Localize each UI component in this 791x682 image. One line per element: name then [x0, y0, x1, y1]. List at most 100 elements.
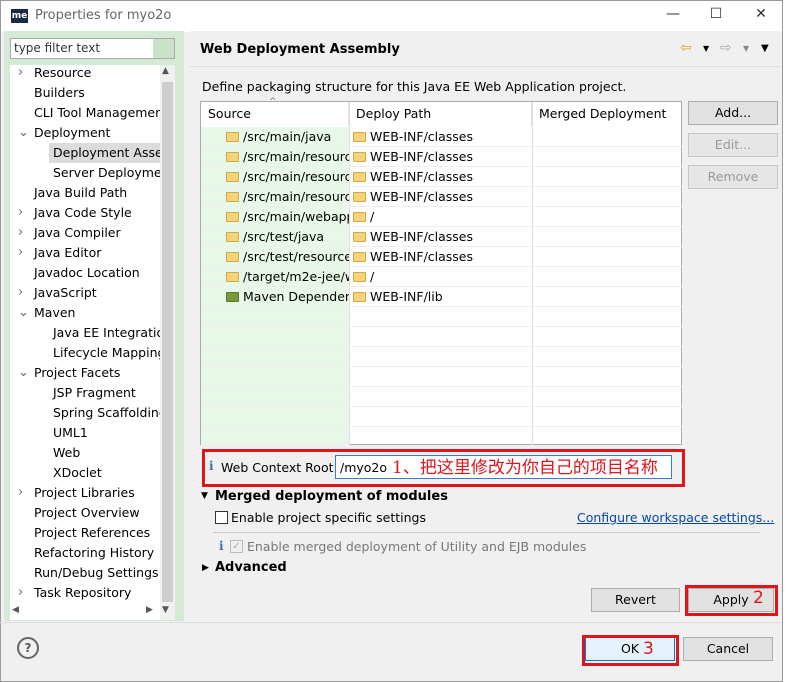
table-cell-deploy[interactable]	[349, 407, 532, 427]
table-cell-source[interactable]	[201, 387, 349, 407]
tree-item[interactable]: JSP Fragment	[49, 383, 156, 403]
table-cell-source[interactable]: Maven Dependen	[201, 287, 349, 307]
table-cell-source[interactable]	[201, 327, 349, 347]
tree-item[interactable]: Run/Debug Settings	[30, 563, 160, 583]
table-cell-merged[interactable]	[532, 327, 682, 347]
tree-item[interactable]: › Resource	[18, 65, 111, 83]
table-cell-source[interactable]	[201, 307, 349, 327]
table-cell-source[interactable]: /src/test/java	[201, 227, 349, 247]
table-cell-source[interactable]	[201, 347, 349, 367]
table-cell-deploy[interactable]: WEB-INF/classes	[349, 167, 532, 187]
enable-specific-checkbox[interactable]	[215, 511, 228, 524]
table-cell-deploy[interactable]: WEB-INF/classes	[349, 227, 532, 247]
tree-item[interactable]: Project References	[30, 523, 160, 543]
chevron-right-icon[interactable]: ›	[18, 223, 23, 243]
add-button[interactable]: Add...	[688, 101, 778, 125]
scroll-left-icon[interactable]: ◀	[12, 605, 19, 615]
tree-item[interactable]: › JavaScript	[18, 283, 117, 303]
remove-button[interactable]: Remove	[688, 165, 778, 189]
tree-item[interactable]: Java Build Path	[30, 183, 147, 203]
tree-item[interactable]: Java EE Integratio	[49, 323, 160, 343]
tree-item[interactable]: XDoclet	[49, 463, 122, 483]
tree-item[interactable]: › Task Repository	[18, 583, 151, 603]
scrollbar-thumb[interactable]	[162, 82, 173, 602]
scroll-up-icon[interactable]: ▲	[162, 66, 169, 76]
maximize-icon[interactable]: ☐	[706, 6, 726, 26]
table-cell-merged[interactable]	[532, 387, 682, 407]
filter-input[interactable]: type filter text	[10, 38, 175, 59]
tree-item[interactable]: UML1	[49, 423, 108, 443]
table-cell-deploy[interactable]: /	[349, 267, 532, 287]
table-cell-merged[interactable]	[532, 147, 682, 167]
table-cell-deploy[interactable]: WEB-INF/classes	[349, 187, 532, 207]
tree-item[interactable]: ⌄ Project Facets	[18, 363, 140, 383]
tree-item[interactable]: ⌄ Maven	[18, 303, 95, 323]
table-cell-deploy[interactable]	[349, 307, 532, 327]
tree-item[interactable]: Lifecycle Mapping	[49, 343, 160, 363]
table-cell-source[interactable]: /src/main/resourc	[201, 187, 349, 207]
table-cell-deploy[interactable]: WEB-INF/classes	[349, 147, 532, 167]
edit-button[interactable]: Edit...	[688, 133, 778, 157]
tree-item[interactable]: › Java Editor	[18, 243, 121, 263]
table-cell-merged[interactable]	[532, 127, 682, 147]
clear-filter-button[interactable]	[153, 39, 174, 58]
table-cell-merged[interactable]	[532, 247, 682, 267]
tree-item[interactable]: Web	[49, 443, 100, 463]
chevron-right-icon[interactable]: ›	[18, 203, 23, 223]
scroll-down-icon[interactable]: ▼	[162, 605, 169, 615]
column-header-deploy-path[interactable]: Deploy Path	[349, 102, 532, 126]
collapsed-icon[interactable]: ▶	[202, 563, 209, 573]
table-cell-merged[interactable]	[532, 187, 682, 207]
table-cell-merged[interactable]	[532, 367, 682, 387]
scroll-right-icon[interactable]: ▶	[146, 605, 153, 615]
tree-item[interactable]: › Java Compiler	[18, 223, 141, 243]
advanced-section-title[interactable]: Advanced	[215, 560, 287, 575]
chevron-down-icon[interactable]: ⌄	[18, 303, 29, 323]
tree-item[interactable]: Refactoring History	[30, 543, 160, 563]
table-cell-merged[interactable]	[532, 407, 682, 427]
table-cell-deploy[interactable]	[349, 327, 532, 347]
table-cell-deploy[interactable]	[349, 427, 532, 447]
tree-item[interactable]: Javadoc Location	[30, 263, 160, 283]
revert-button[interactable]: Revert	[591, 588, 680, 612]
table-cell-merged[interactable]	[532, 307, 682, 327]
expanded-icon[interactable]: ▼	[201, 491, 208, 501]
close-icon[interactable]: ✕	[751, 6, 771, 26]
forward-dropdown-icon[interactable]: ▼	[743, 44, 749, 53]
tree-item[interactable]: Deployment Asser	[49, 143, 160, 163]
table-cell-source[interactable]: /src/main/webapp	[201, 207, 349, 227]
chevron-right-icon[interactable]: ›	[18, 65, 23, 83]
table-cell-merged[interactable]	[532, 207, 682, 227]
back-dropdown-icon[interactable]: ▼	[703, 44, 709, 53]
tree-item[interactable]: › Project Libraries	[18, 483, 155, 503]
chevron-right-icon[interactable]: ›	[18, 483, 23, 503]
table-cell-source[interactable]: /src/test/resource	[201, 247, 349, 267]
table-cell-source[interactable]	[201, 367, 349, 387]
table-cell-source[interactable]	[201, 407, 349, 427]
table-cell-deploy[interactable]: WEB-INF/lib	[349, 287, 532, 307]
help-icon[interactable]: ?	[17, 637, 39, 659]
table-cell-merged[interactable]	[532, 267, 682, 287]
tree-item[interactable]: Project Overview	[30, 503, 160, 523]
enable-merged-checkbox[interactable]: ✓	[230, 540, 243, 553]
table-cell-source[interactable]	[201, 427, 349, 447]
chevron-right-icon[interactable]: ›	[18, 243, 23, 263]
chevron-right-icon[interactable]: ›	[18, 283, 23, 303]
table-cell-deploy[interactable]: WEB-INF/classes	[349, 127, 532, 147]
chevron-right-icon[interactable]: ›	[18, 583, 23, 603]
forward-arrow-icon[interactable]: ⇨	[720, 40, 732, 56]
tree-item[interactable]: › Java Code Style	[18, 203, 152, 223]
table-cell-source[interactable]: /src/main/resourc	[201, 147, 349, 167]
tree-item[interactable]: ⌄ Deployment	[18, 123, 130, 143]
tree-item[interactable]: Spring Scaffolding	[49, 403, 160, 423]
merged-section-title[interactable]: Merged deployment of modules	[215, 489, 448, 504]
table-cell-merged[interactable]	[532, 427, 682, 447]
tree-item[interactable]: CLI Tool Managemen	[30, 103, 160, 123]
view-menu-icon[interactable]: ▼	[761, 43, 769, 54]
table-cell-source[interactable]: /src/main/java	[201, 127, 349, 147]
column-header-merged[interactable]: Merged Deployment	[532, 102, 682, 126]
table-cell-merged[interactable]	[532, 347, 682, 367]
cancel-button[interactable]: Cancel	[683, 637, 773, 661]
chevron-down-icon[interactable]: ⌄	[18, 363, 29, 383]
tree-item[interactable]: Builders	[30, 83, 105, 103]
